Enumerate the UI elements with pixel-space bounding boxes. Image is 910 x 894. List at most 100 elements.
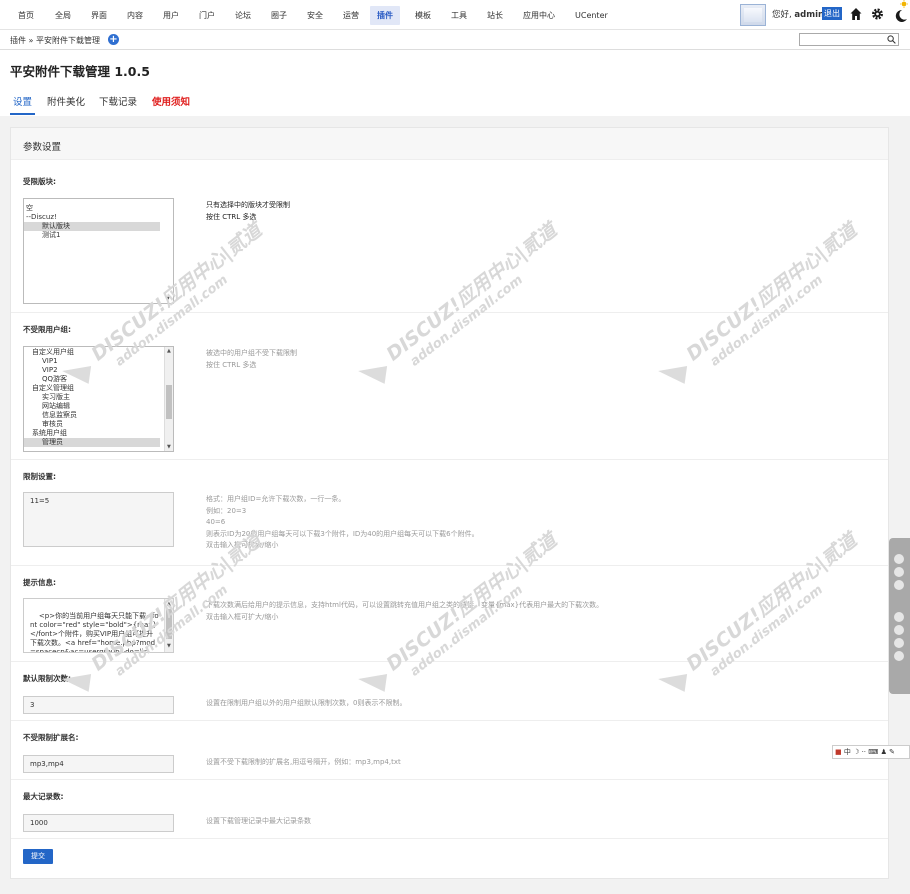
nav-item-templates[interactable]: 模板 — [415, 8, 431, 24]
row-divider — [11, 779, 888, 780]
message-label: 提示信息: — [23, 578, 56, 587]
home-icon[interactable] — [850, 7, 862, 21]
forums-select[interactable]: 空 --Discuz! 默认版块 测试1 ▼ — [23, 198, 174, 304]
nav-item-tools[interactable]: 工具 — [451, 8, 467, 24]
search-input[interactable] — [799, 33, 899, 46]
nav-item-forum[interactable]: 论坛 — [235, 8, 251, 24]
avatar[interactable] — [740, 4, 766, 26]
row-divider — [11, 661, 888, 662]
groups-select[interactable]: 自定义用户组 VIP1 VIP2 QQ游客 自定义管理组 实习版主 网站编辑 信… — [23, 346, 174, 452]
groups-tip-line2: 按住 CTRL 多选 — [206, 360, 257, 369]
side-tool-button[interactable] — [894, 567, 904, 577]
message-textarea[interactable]: <p>你的当前用户组每天只能下载<font color="red" style=… — [23, 598, 174, 653]
message-tip-line2: 双击输入框可扩大/缩小 — [206, 612, 279, 621]
tab-download-records[interactable]: 下载记录 — [99, 94, 137, 108]
group-option[interactable]: 实习版主 — [24, 393, 160, 402]
nav-item-portal[interactable]: 门户 — [199, 8, 215, 24]
nav-item-ucenter[interactable]: UCenter — [575, 8, 608, 24]
user-greeting: 您好, admin — [772, 8, 824, 20]
forum-option-selected[interactable]: 默认版块 — [24, 222, 160, 231]
tab-attachment-style[interactable]: 附件美化 — [47, 94, 85, 108]
nav-item-app-center[interactable]: 应用中心 — [523, 8, 555, 24]
ime-mode[interactable]: 中 — [844, 748, 851, 756]
forums-tip-line2: 按住 CTRL 多选 — [206, 212, 257, 221]
ext-tip: 设置不受下载限制的扩展名,用逗号隔开，例如：mp3,mp4,txt — [206, 758, 401, 766]
nav-item-interface[interactable]: 界面 — [91, 8, 107, 24]
nav-item-home[interactable]: 首页 — [18, 8, 34, 24]
panel-title: 参数设置 — [11, 128, 888, 160]
ext-label: 不受限制扩展名: — [23, 733, 79, 742]
theme-toggle-icon[interactable] — [892, 0, 910, 22]
limits-tip-line: 例如：20=3 — [206, 506, 247, 515]
group-option[interactable]: 自定义用户组 — [24, 348, 160, 357]
group-option[interactable]: VIP1 — [24, 357, 160, 366]
tab-settings[interactable]: 设置 — [13, 94, 32, 108]
side-tool-button[interactable] — [894, 554, 904, 564]
group-option[interactable]: VIP2 — [24, 366, 160, 375]
ime-toolbar[interactable]: ■ 中 ☽ ·· ⌨ ♟ ✎ — [832, 745, 910, 759]
gear-icon[interactable] — [871, 7, 884, 21]
nav-item-content[interactable]: 内容 — [127, 8, 143, 24]
forum-option[interactable]: 测试1 — [24, 231, 160, 240]
watermark-arrow — [356, 362, 388, 384]
greeting-text: 您好, — [772, 10, 792, 20]
nav-item-groups[interactable]: 圈子 — [271, 8, 287, 24]
username: admin — [794, 10, 825, 20]
max-records-tip: 设置下载管理记录中最大记录条数 — [206, 817, 311, 825]
message-tip-line1: 下载次数满后给用户的提示信息，支持html代码，可以设置跳转充值用户组之类的链接… — [206, 601, 604, 609]
add-to-favorites-icon[interactable]: + — [108, 34, 119, 45]
limits-tip-line: 则表示ID为20的用户组每天可以下载3个附件，ID为40的用户组每天可以下载6个… — [206, 529, 479, 538]
forums-scrollbar[interactable]: ▼ — [164, 199, 173, 303]
max-records-label: 最大记录数: — [23, 792, 64, 801]
breadcrumb-bar: 插件 » 平安附件下载管理 + — [0, 30, 910, 50]
top-nav: 首页 全局 界面 内容 用户 门户 论坛 圈子 安全 运营 插件 模板 工具 站… — [0, 0, 910, 30]
group-option[interactable]: 信息监察员 — [24, 411, 160, 420]
side-tool-button[interactable] — [894, 651, 904, 661]
nav-item-webmaster[interactable]: 站长 — [487, 8, 503, 24]
nav-item-plugins[interactable]: 插件 — [370, 6, 400, 25]
forum-option[interactable]: 空 — [24, 204, 160, 213]
limits-textarea[interactable]: 11=5 — [23, 492, 174, 547]
group-option[interactable]: 系统用户组 — [24, 429, 160, 438]
limits-tip: 格式：用户组ID=允许下载次数，一行一条。 例如：20=3 40=6 则表示ID… — [206, 494, 479, 552]
default-limit-tip: 设置在限制用户组以外的用户组默认限制次数，0则表示不限制。 — [206, 699, 407, 707]
page-title: 平安附件下载管理 1.0.5 — [10, 64, 150, 79]
group-option[interactable]: 自定义管理组 — [24, 384, 160, 393]
message-text: <p>你的当前用户组每天只能下载<font color="red" style=… — [30, 612, 159, 653]
ime-logo-icon[interactable]: ■ — [835, 748, 842, 756]
side-tool-button[interactable] — [894, 625, 904, 635]
group-option-selected[interactable]: 管理员 — [24, 438, 160, 447]
limits-tip-line: 格式：用户组ID=允许下载次数，一行一条。 — [206, 495, 346, 503]
side-toolbar[interactable] — [889, 538, 910, 694]
ext-input[interactable]: mp3,mp4 — [23, 755, 174, 773]
watermark-arrow — [656, 362, 688, 384]
nav-item-security[interactable]: 安全 — [307, 8, 323, 24]
row-divider — [11, 838, 888, 839]
settings-panel: 参数设置 受限版块: 空 --Discuz! 默认版块 测试1 ▼ 只有选择中的… — [10, 127, 889, 879]
groups-scrollbar[interactable]: ▲ ▼ — [164, 347, 173, 451]
submit-button[interactable]: 提交 — [23, 849, 53, 864]
default-limit-input[interactable]: 3 — [23, 696, 174, 714]
search-icon[interactable] — [887, 35, 896, 44]
row-divider — [11, 459, 888, 460]
forums-label: 受限版块: — [23, 177, 56, 186]
max-records-input[interactable]: 1000 — [23, 814, 174, 832]
side-tool-button[interactable] — [894, 612, 904, 622]
watermark-arrow — [356, 670, 388, 692]
message-scrollbar[interactable]: ▲ ▼ — [164, 599, 173, 652]
group-option[interactable]: QQ游客 — [24, 375, 160, 384]
logout-button[interactable]: 退出 — [822, 7, 842, 20]
tab-usage-notice[interactable]: 使用须知 — [152, 94, 190, 108]
side-tool-button[interactable] — [894, 638, 904, 648]
nav-item-operation[interactable]: 运营 — [343, 8, 359, 24]
group-option[interactable]: 审核员 — [24, 420, 160, 429]
limits-label: 限制设置: — [23, 472, 56, 481]
message-tip: 下载次数满后给用户的提示信息，支持html代码，可以设置跳转充值用户组之类的链接… — [206, 600, 626, 623]
forum-option[interactable]: --Discuz! — [24, 213, 160, 222]
group-option[interactable]: 网站编辑 — [24, 402, 160, 411]
breadcrumb[interactable]: 插件 » 平安附件下载管理 — [10, 35, 100, 46]
nav-item-users[interactable]: 用户 — [163, 8, 179, 24]
nav-item-global[interactable]: 全局 — [55, 8, 71, 24]
side-tool-button[interactable] — [894, 580, 904, 590]
forums-tip: 只有选择中的版块才受限制 按住 CTRL 多选 — [206, 200, 290, 223]
